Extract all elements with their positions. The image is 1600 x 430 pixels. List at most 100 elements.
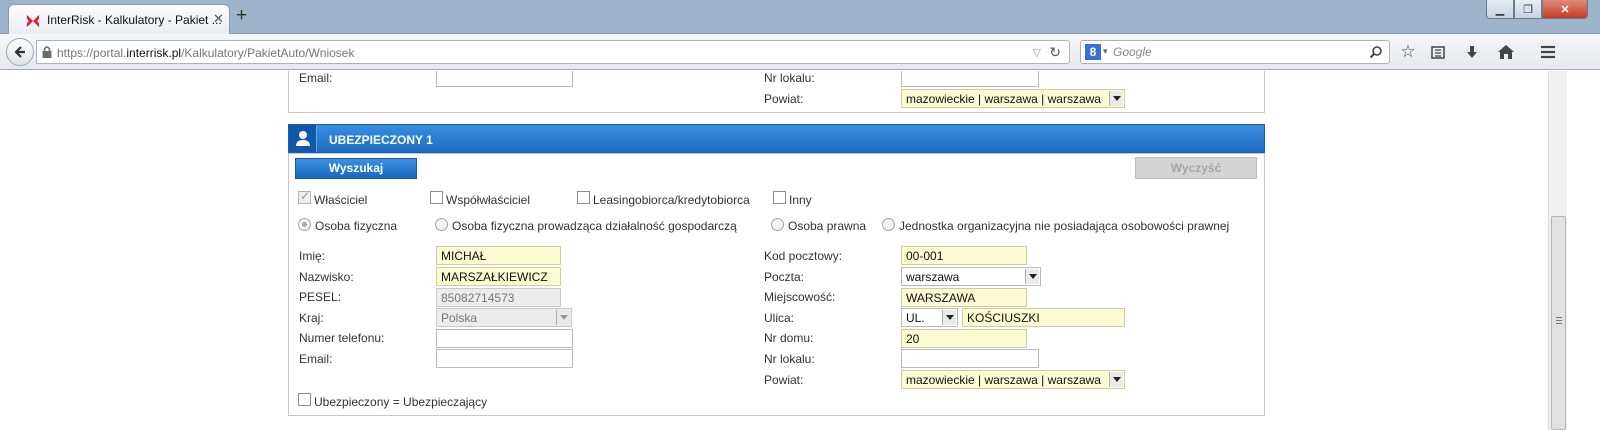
apartment-number-label: Nr lokalu: — [764, 352, 815, 366]
country-value: Polska — [441, 311, 478, 325]
post-office-label: Poczta: — [764, 270, 805, 284]
street-prefix-select[interactable]: UL. — [901, 308, 958, 327]
top-nr-lokalu-field[interactable] — [901, 71, 1039, 87]
back-arrow-icon — [14, 46, 25, 58]
owner-checkbox[interactable] — [298, 189, 311, 204]
country-select: Polska — [436, 308, 572, 327]
navigation-toolbar: https://portal.interrisk.pl/Kalkulatory/… — [0, 34, 1600, 70]
top-email-field[interactable] — [436, 71, 573, 87]
home-icon[interactable] — [1496, 42, 1516, 62]
other-checkbox[interactable] — [773, 191, 786, 204]
same-as-insurer-checkbox[interactable] — [298, 393, 311, 406]
window-controls: ▁ ❐ ✕ — [1486, 0, 1588, 20]
bookmarks-menu-icon[interactable] — [1428, 42, 1448, 62]
pesel-label: PESEL: — [299, 290, 342, 304]
address-bar[interactable]: https://portal.interrisk.pl/Kalkulatory/… — [36, 40, 1070, 64]
street-field[interactable]: KOŚCIUSZKI — [962, 308, 1125, 327]
county-value: mazowieckie | warszawa | warszawa — [906, 373, 1101, 387]
first-name-field[interactable]: MICHAŁ — [436, 246, 561, 265]
browser-tab-active[interactable]: InterRisk - Kalkulatory - Pakiet ... ✕ — [8, 4, 230, 34]
close-window-icon[interactable]: ✕ — [1542, 0, 1588, 19]
scrollbar-grip-icon — [1556, 317, 1562, 324]
email-field[interactable] — [436, 349, 573, 368]
minimize-window-icon[interactable]: ▁ — [1486, 0, 1514, 19]
dropdown-arrow-icon[interactable] — [1025, 269, 1039, 284]
natural-person-label: Osoba fizyczna — [315, 219, 398, 233]
legal-person-radio[interactable] — [771, 218, 784, 231]
search-button[interactable]: Wyszukaj — [295, 158, 417, 179]
bookmark-star-icon[interactable]: ☆ — [1398, 42, 1418, 62]
co-owner-checkbox[interactable] — [430, 191, 443, 204]
pesel-field: 85082714573 — [436, 288, 561, 307]
back-button[interactable] — [6, 38, 34, 66]
top-nr-lokalu-label: Nr lokalu: — [764, 71, 815, 85]
reload-icon[interactable]: ↻ — [1049, 44, 1061, 61]
county-select[interactable]: mazowieckie | warszawa | warszawa — [901, 370, 1125, 389]
leasing-label: Leasingobiorca/kredytobiorca — [593, 193, 750, 207]
city-field[interactable]: WARSZAWA — [901, 288, 1027, 307]
org-unit-label: Jednostka organizacyjna nie posiadająca … — [899, 219, 1230, 233]
owner-label: Właściciel — [314, 193, 368, 207]
downloads-icon[interactable] — [1462, 42, 1482, 62]
url-text: https://portal.interrisk.pl/Kalkulatory/… — [57, 46, 354, 60]
tab-strip: InterRisk - Kalkulatory - Pakiet ... ✕ +… — [0, 0, 1600, 34]
phone-field[interactable] — [436, 329, 573, 348]
last-name-field[interactable]: MARSZAŁKIEWICZ — [436, 267, 561, 286]
dropdown-arrow-icon[interactable] — [1109, 372, 1123, 387]
apartment-number-field[interactable] — [901, 349, 1039, 368]
search-bar[interactable]: 8 ▾ Google — [1080, 40, 1390, 64]
top-email-label: Email: — [299, 71, 333, 85]
new-tab-plus-icon[interactable]: + — [236, 6, 247, 25]
dropdown-arrow-icon — [556, 310, 570, 325]
other-label: Inny — [789, 193, 812, 207]
phone-label: Numer telefonu: — [299, 331, 385, 345]
tab-title: InterRisk - Kalkulatory - Pakiet ... — [47, 13, 222, 27]
city-label: Miejscowość: — [764, 290, 836, 304]
post-office-select[interactable]: warszawa — [901, 267, 1041, 286]
url-prefix: https://portal. — [57, 46, 127, 60]
country-label: Kraj: — [299, 311, 324, 325]
business-person-radio[interactable] — [435, 218, 448, 231]
street-prefix-value: UL. — [906, 311, 925, 325]
ubezpieczony-section-header: UBEZPIECZONY 1 — [288, 124, 1265, 153]
engine-dropdown-icon[interactable]: ▾ — [1103, 46, 1108, 57]
street-label: Ulica: — [764, 311, 795, 325]
org-unit-radio[interactable] — [882, 218, 895, 231]
first-name-label: Imię: — [299, 249, 326, 263]
email-label: Email: — [299, 352, 333, 366]
user-icon — [289, 125, 317, 152]
url-domain: interrisk.pl — [126, 46, 182, 60]
same-as-insurer-label: Ubezpieczony = Ubezpieczający — [314, 395, 488, 409]
lock-icon — [42, 46, 52, 58]
house-number-field[interactable]: 20 — [901, 329, 1027, 348]
clear-button[interactable]: Wyczyść — [1135, 157, 1257, 179]
interrisk-favicon-icon — [26, 15, 40, 27]
last-name-label: Nazwisko: — [299, 270, 354, 284]
leasing-checkbox[interactable] — [577, 191, 590, 204]
dropdown-arrow-icon[interactable] — [942, 310, 956, 325]
county-label: Powiat: — [764, 373, 804, 387]
search-input[interactable]: Google — [1113, 45, 1152, 59]
dropdown-arrow-icon[interactable] — [1109, 91, 1123, 106]
restore-window-icon[interactable]: ❐ — [1514, 0, 1542, 19]
tab-close-icon[interactable]: ✕ — [213, 11, 224, 27]
section-title: UBEZPIECZONY 1 — [329, 133, 433, 147]
natural-person-radio[interactable] — [298, 218, 311, 231]
url-history-dropdown-icon[interactable]: ▽ — [1033, 46, 1041, 59]
search-icon[interactable] — [1369, 45, 1383, 59]
post-office-value: warszawa — [906, 270, 960, 284]
postal-code-field[interactable]: 00-001 — [901, 246, 1027, 265]
business-person-label: Osoba fizyczna prowadząca działalność go… — [452, 219, 737, 233]
open-menu-icon[interactable] — [1538, 42, 1558, 62]
co-owner-label: Współwłaściciel — [446, 193, 531, 207]
top-powiat-select[interactable]: mazowieckie | warszawa | warszawa — [901, 89, 1125, 108]
postal-code-label: Kod pocztowy: — [764, 249, 843, 263]
top-powiat-label: Powiat: — [764, 92, 804, 106]
right-margin — [1567, 71, 1600, 430]
scrollbar-thumb[interactable] — [1551, 216, 1566, 430]
top-powiat-value: mazowieckie | warszawa | warszawa — [906, 92, 1101, 106]
vertical-scrollbar[interactable] — [1548, 71, 1567, 430]
url-path: /Kalkulatory/PakietAuto/Wniosek — [181, 46, 355, 60]
google-engine-icon[interactable]: 8 — [1085, 44, 1101, 60]
house-number-label: Nr domu: — [764, 331, 814, 345]
